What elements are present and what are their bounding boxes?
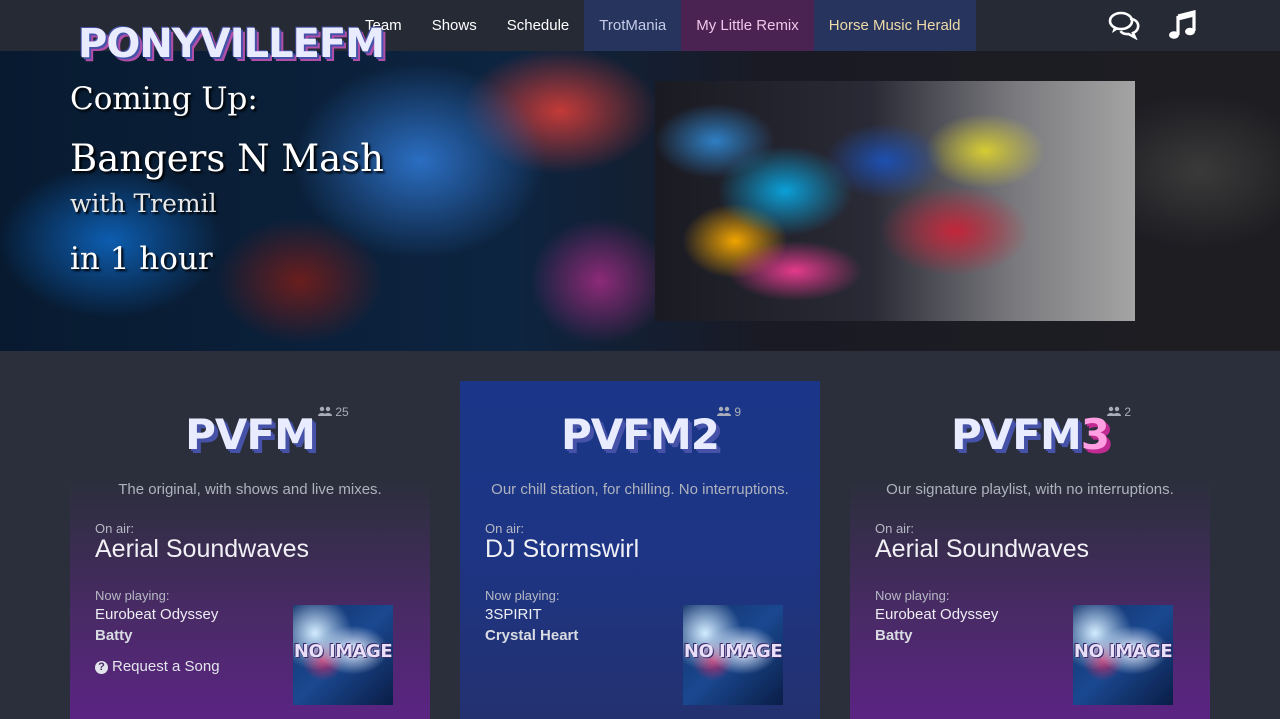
listener-count: 25 bbox=[318, 405, 349, 419]
coming-up-heading: Coming Up: bbox=[70, 81, 258, 117]
station-logo-text: PVFM bbox=[950, 410, 1082, 459]
on-air-label: On air: bbox=[95, 521, 135, 536]
question-circle-icon: ? bbox=[95, 661, 108, 674]
station-logo-text: PVFM bbox=[560, 410, 692, 459]
users-icon bbox=[1107, 406, 1121, 416]
station-description: Our chill station, for chilling. No inte… bbox=[491, 481, 789, 498]
nav-link-schedule[interactable]: Schedule bbox=[492, 0, 585, 51]
now-playing-label: Now playing: bbox=[485, 588, 560, 603]
listener-count-value: 2 bbox=[1124, 405, 1132, 419]
station-card-pvfm3: PVFM3 2 Our signature playlist, with no … bbox=[850, 381, 1210, 719]
now-playing-label: Now playing: bbox=[875, 588, 950, 603]
nav-link-shows[interactable]: Shows bbox=[417, 0, 492, 51]
site-logo[interactable]: PONYVILLEFM bbox=[78, 22, 385, 66]
nav-link-horse-music-herald[interactable]: Horse Music Herald bbox=[813, 0, 976, 51]
station-card-pvfm2: PVFM2 9 Our chill station, for chilling.… bbox=[460, 381, 820, 719]
nav-link-my-little-remix[interactable]: My Little Remix bbox=[681, 0, 814, 51]
on-air-dj: Aerial Soundwaves bbox=[95, 535, 310, 563]
on-air-dj: DJ Stormswirl bbox=[485, 535, 640, 563]
station-description: The original, with shows and live mixes. bbox=[118, 481, 382, 498]
request-song-button[interactable]: ? Request a Song bbox=[95, 658, 220, 675]
show-artwork bbox=[655, 81, 1135, 321]
station-logo-suffix: 2 bbox=[690, 410, 720, 459]
cover-placeholder-text: NO IMAGE bbox=[683, 641, 783, 662]
listener-count-value: 9 bbox=[734, 405, 742, 419]
chat-bubbles-icon[interactable] bbox=[1108, 10, 1140, 41]
station-logo[interactable]: PVFM2 bbox=[460, 409, 820, 461]
listener-count: 2 bbox=[1107, 405, 1131, 419]
music-note-icon[interactable] bbox=[1168, 9, 1200, 40]
cover-placeholder-text: NO IMAGE bbox=[1073, 641, 1173, 662]
now-playing-song: 3SPIRIT bbox=[485, 606, 542, 623]
show-host: with Tremil bbox=[70, 189, 217, 218]
now-playing-label: Now playing: bbox=[95, 588, 170, 603]
station-logo[interactable]: PVFM3 bbox=[850, 409, 1210, 461]
cover-placeholder-text: NO IMAGE bbox=[293, 641, 393, 662]
coming-up-banner: Coming Up: Bangers N Mash with Tremil in… bbox=[0, 51, 1280, 351]
station-logo-suffix: 3 bbox=[1080, 410, 1110, 459]
listener-count-value: 25 bbox=[335, 405, 349, 419]
station-logo-text: PVFM bbox=[185, 410, 316, 459]
show-countdown: in 1 hour bbox=[70, 241, 213, 277]
show-title[interactable]: Bangers N Mash bbox=[70, 137, 384, 180]
station-card-pvfm: PVFM 25 The original, with shows and liv… bbox=[70, 381, 430, 719]
on-air-label: On air: bbox=[875, 521, 915, 536]
on-air-dj: Aerial Soundwaves bbox=[875, 535, 1090, 563]
request-song-label: Request a Song bbox=[112, 658, 220, 675]
station-logo[interactable]: PVFM bbox=[70, 409, 430, 461]
now-playing-artist: Crystal Heart bbox=[485, 627, 579, 644]
nav-link-trotmania[interactable]: TrotMania bbox=[584, 0, 682, 51]
station-description: Our signature playlist, with no interrup… bbox=[886, 481, 1174, 498]
now-playing-artist: Batty bbox=[875, 627, 913, 644]
nav-links: Team Shows Schedule TrotMania My Little … bbox=[350, 0, 976, 51]
on-air-label: On air: bbox=[485, 521, 525, 536]
users-icon bbox=[318, 406, 332, 416]
now-playing-artist: Batty bbox=[95, 627, 133, 644]
listener-count: 9 bbox=[717, 405, 741, 419]
users-icon bbox=[717, 406, 731, 416]
now-playing-song: Eurobeat Odyssey bbox=[95, 606, 219, 623]
now-playing-song: Eurobeat Odyssey bbox=[875, 606, 999, 623]
album-cover: NO IMAGE bbox=[683, 605, 783, 705]
album-cover: NO IMAGE bbox=[1073, 605, 1173, 705]
album-cover: NO IMAGE bbox=[293, 605, 393, 705]
